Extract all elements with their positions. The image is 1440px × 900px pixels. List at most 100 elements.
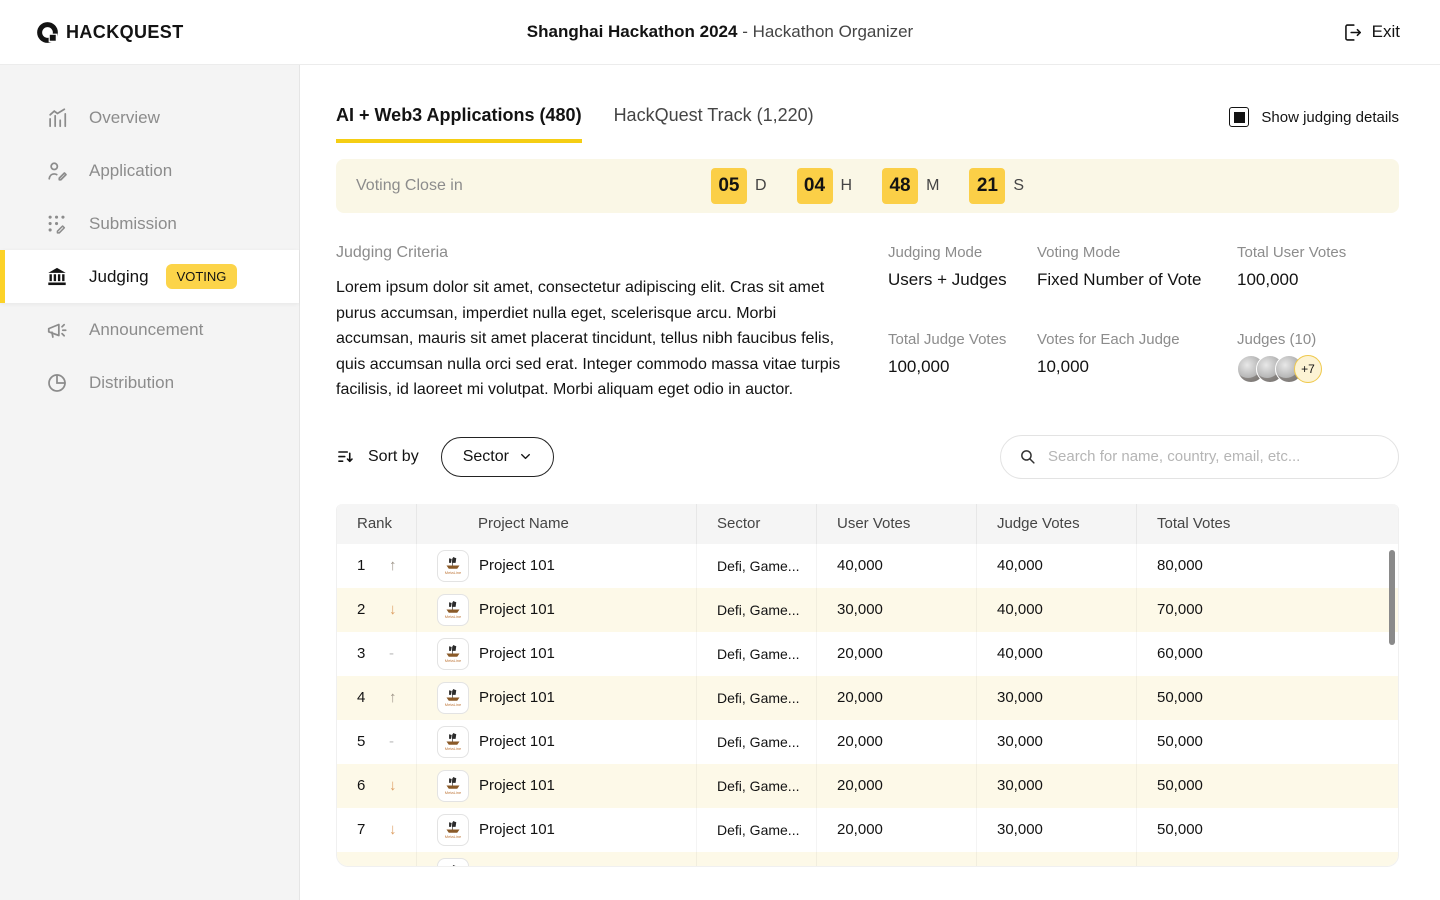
column-header-project-name: Project Name — [416, 503, 696, 544]
rank-cell: 5 - — [337, 720, 416, 764]
table-row[interactable]: 4 ↑ MetaLine Project 101 Defi, Game... 2… — [337, 675, 1398, 720]
judges-overflow-badge[interactable]: +7 — [1294, 355, 1322, 384]
ship-icon — [446, 820, 460, 833]
sidebar-item-label: Application — [89, 160, 173, 180]
sidebar-item-judging[interactable]: Judging VOTING — [0, 250, 299, 303]
project-logo-label: MetaLine — [444, 657, 462, 663]
user-votes-cell: 20,000 — [816, 807, 976, 852]
sort-field-dropdown[interactable]: Sector — [440, 436, 554, 477]
project-cell: MetaLine Project 101 — [416, 807, 696, 852]
table-row[interactable]: 1 ↑ MetaLine Project 101 Defi, Game... 4… — [337, 543, 1398, 588]
stat-label: Judging Mode — [888, 244, 983, 261]
project-logo-label: MetaLine — [444, 569, 462, 575]
sidebar-item-announcement[interactable]: Announcement — [0, 303, 299, 356]
total-votes-cell: 50,000 — [1136, 807, 1398, 852]
grid-edit-icon — [48, 215, 66, 234]
countdown-seconds: 21 S — [969, 168, 1024, 204]
table-row[interactable]: 3 - MetaLine Project 101 Defi, Game... 2… — [337, 631, 1398, 676]
hackathon-name: Shanghai Hackathon 2024 — [526, 22, 738, 41]
show-judging-details-toggle[interactable]: Show judging details — [1229, 107, 1399, 127]
search-input[interactable] — [1048, 448, 1380, 465]
table-row[interactable]: 5 - MetaLine Project 101 Defi, Game... 2… — [337, 719, 1398, 764]
sort-icon — [338, 450, 353, 462]
table-row[interactable]: MetaLine — [337, 851, 1398, 866]
stat-total-judge-votes: Total Judge Votes 100,000 — [888, 331, 1037, 402]
countdown-hours-value: 04 — [796, 168, 833, 204]
sector-cell — [696, 851, 816, 866]
stat-label: Voting Mode — [1037, 244, 1121, 261]
courthouse-icon — [48, 267, 66, 285]
project-name: Project 101 — [479, 733, 555, 750]
total-votes-cell: 50,000 — [1136, 763, 1398, 808]
judges-avatar-group[interactable]: +7 — [1237, 355, 1399, 384]
tab-hackquest-track[interactable]: HackQuest Track (1,220) — [614, 105, 814, 143]
logout-icon — [1344, 23, 1361, 41]
total-votes-cell: 80,000 — [1136, 543, 1398, 588]
countdown-label: Voting Close in — [356, 177, 463, 194]
chart-icon — [49, 107, 67, 127]
total-votes-cell: 50,000 — [1136, 719, 1398, 764]
search-box[interactable] — [1000, 434, 1399, 479]
sector-cell: Defi, Game... — [696, 543, 816, 588]
countdown-minutes-unit: M — [926, 177, 940, 194]
voting-status-badge: VOTING — [165, 264, 238, 289]
table-row[interactable]: 2 ↓ MetaLine Project 101 Defi, Game... 3… — [337, 587, 1398, 632]
sidebar-item-submission[interactable]: Submission — [0, 197, 299, 250]
user-votes-cell — [816, 851, 976, 866]
project-name: Project 101 — [479, 689, 555, 706]
sector-cell: Defi, Game... — [696, 631, 816, 676]
judge-votes-cell: 40,000 — [976, 631, 1136, 676]
project-logo: MetaLine — [437, 681, 469, 714]
user-votes-cell: 40,000 — [816, 543, 976, 588]
track-tabs: AI + Web3 Applications (480) HackQuest T… — [336, 105, 814, 143]
rank-cell: 3 - — [337, 632, 416, 676]
judging-stats: Judging Mode Users + Judges Voting Mode … — [888, 244, 1399, 403]
voting-countdown-banner: Voting Close in 05 D 04 H 48 M 21 S — [336, 159, 1399, 213]
judging-criteria-label: Judging Criteria — [336, 244, 449, 261]
table-row[interactable]: 6 ↓ MetaLine Project 101 Defi, Game... 2… — [337, 763, 1398, 808]
checkbox-icon[interactable] — [1229, 107, 1250, 127]
exit-button[interactable]: Exit — [1342, 22, 1400, 43]
ship-icon — [446, 556, 460, 569]
sidebar-item-label: Judging — [89, 266, 149, 286]
project-logo-label: MetaLine — [444, 789, 462, 795]
stat-label: Total User Votes — [1237, 244, 1347, 261]
sidebar-item-application[interactable]: Application — [0, 144, 299, 197]
app-root: HACKQUEST Shanghai Hackathon 2024 - Hack… — [0, 0, 1440, 900]
column-header-user-votes: User Votes — [816, 503, 976, 544]
sidebar-item-overview[interactable]: Overview — [0, 91, 299, 144]
trend-icon: - — [389, 733, 394, 750]
tab-ai-web3-applications[interactable]: AI + Web3 Applications (480) — [336, 105, 582, 143]
rank-number: 7 — [357, 821, 366, 838]
countdown-days-unit: D — [754, 177, 767, 194]
sidebar-item-label: Announcement — [89, 319, 204, 339]
project-name: Project 101 — [479, 645, 555, 662]
ship-icon — [446, 776, 460, 789]
user-votes-cell: 20,000 — [816, 631, 976, 676]
ship-icon — [446, 600, 460, 613]
sidebar-item-distribution[interactable]: Distribution — [0, 356, 299, 409]
user-votes-cell: 20,000 — [816, 675, 976, 720]
megaphone-icon — [47, 323, 67, 338]
table-body: 1 ↑ MetaLine Project 101 Defi, Game... 4… — [337, 543, 1398, 866]
stat-judges: Judges (10) +7 — [1237, 331, 1399, 402]
countdown-seconds-value: 21 — [969, 168, 1006, 204]
top-header: HACKQUEST Shanghai Hackathon 2024 - Hack… — [0, 0, 1440, 65]
user-votes-cell: 20,000 — [816, 763, 976, 808]
user-votes-cell: 20,000 — [816, 719, 976, 764]
project-logo: MetaLine — [437, 857, 469, 866]
stat-value: 100,000 — [888, 357, 950, 377]
ship-icon — [446, 732, 460, 745]
table-row[interactable]: 7 ↓ MetaLine Project 101 Defi, Game... 2… — [337, 807, 1398, 852]
project-cell: MetaLine Project 101 — [416, 719, 696, 764]
rank-cell — [337, 852, 416, 866]
sector-cell: Defi, Game... — [696, 807, 816, 852]
table-scrollbar[interactable] — [1389, 549, 1395, 645]
judge-votes-cell: 40,000 — [976, 543, 1136, 588]
project-cell: MetaLine Project 101 — [416, 631, 696, 676]
countdown-minutes: 48 M — [882, 168, 961, 204]
judge-votes-cell: 30,000 — [976, 807, 1136, 852]
exit-label: Exit — [1371, 22, 1400, 41]
project-cell: MetaLine Project 101 — [416, 587, 696, 632]
project-logo: MetaLine — [437, 725, 469, 758]
